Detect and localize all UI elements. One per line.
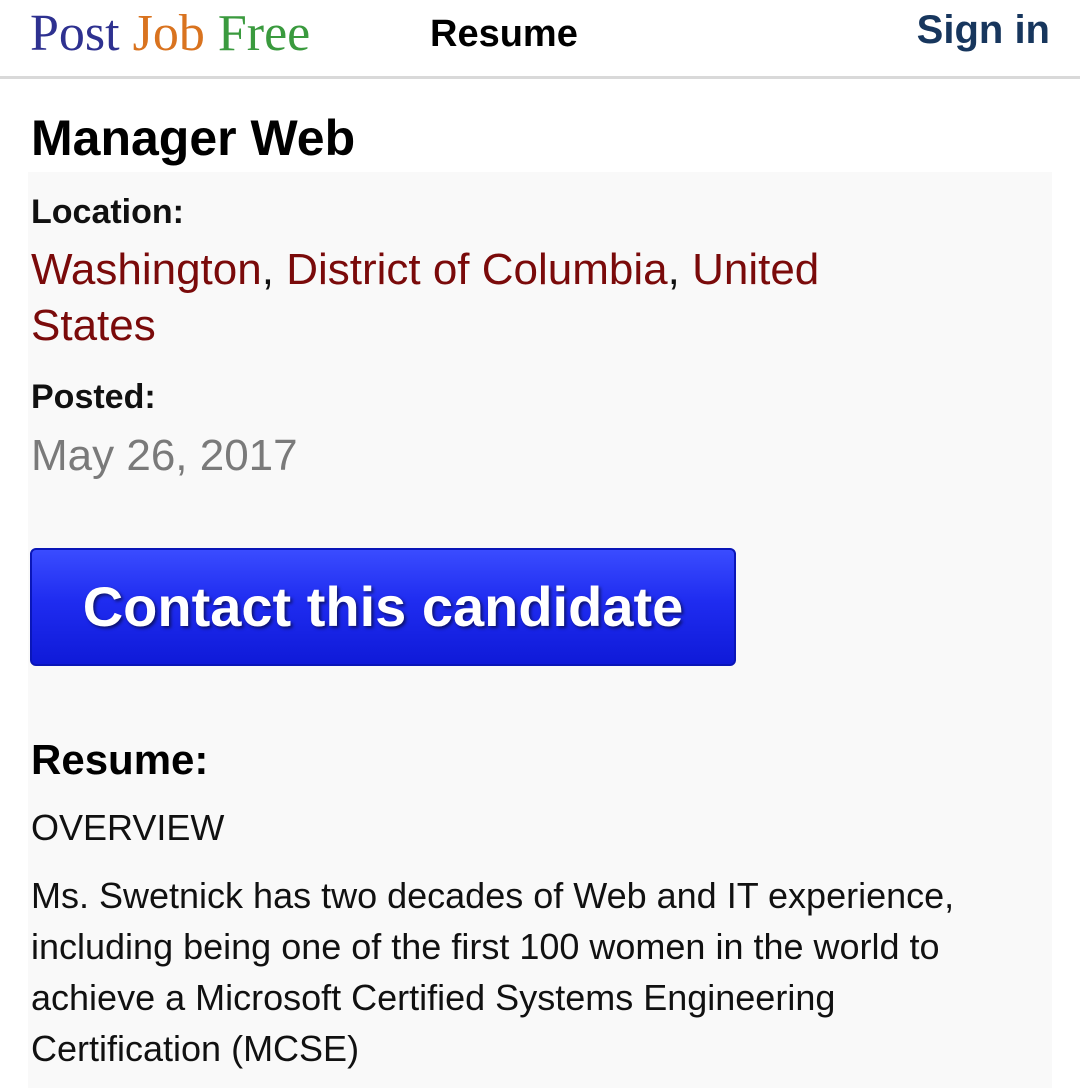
top-header: Post Job Free Resume Sign in: [0, 0, 1080, 79]
page-title: Manager Web: [31, 110, 356, 166]
location-label: Location:: [31, 193, 184, 231]
location-separator: ,: [667, 245, 693, 294]
sign-in-link[interactable]: Sign in: [917, 8, 1050, 52]
logo-word-job: Job: [132, 5, 205, 62]
location-city-link[interactable]: Washington: [31, 245, 262, 294]
logo-word-post: Post: [30, 5, 120, 62]
contact-candidate-button[interactable]: Contact this candidate: [30, 548, 736, 666]
posted-label: Posted:: [31, 378, 156, 416]
logo-word-free: Free: [217, 5, 311, 62]
location-state-link[interactable]: District of Columbia: [286, 245, 667, 294]
posted-date: May 26, 2017: [31, 431, 298, 480]
resume-heading: Resume:: [31, 736, 209, 783]
nav-resume-link[interactable]: Resume: [430, 12, 578, 56]
resume-body-text: Ms. Swetnick has two decades of Web and …: [31, 875, 955, 1069]
site-logo[interactable]: Post Job Free: [30, 2, 310, 66]
resume-section-title: OVERVIEW: [31, 807, 225, 848]
location-value: Washington, District of Columbia, United…: [31, 242, 931, 354]
location-separator: ,: [261, 245, 287, 294]
